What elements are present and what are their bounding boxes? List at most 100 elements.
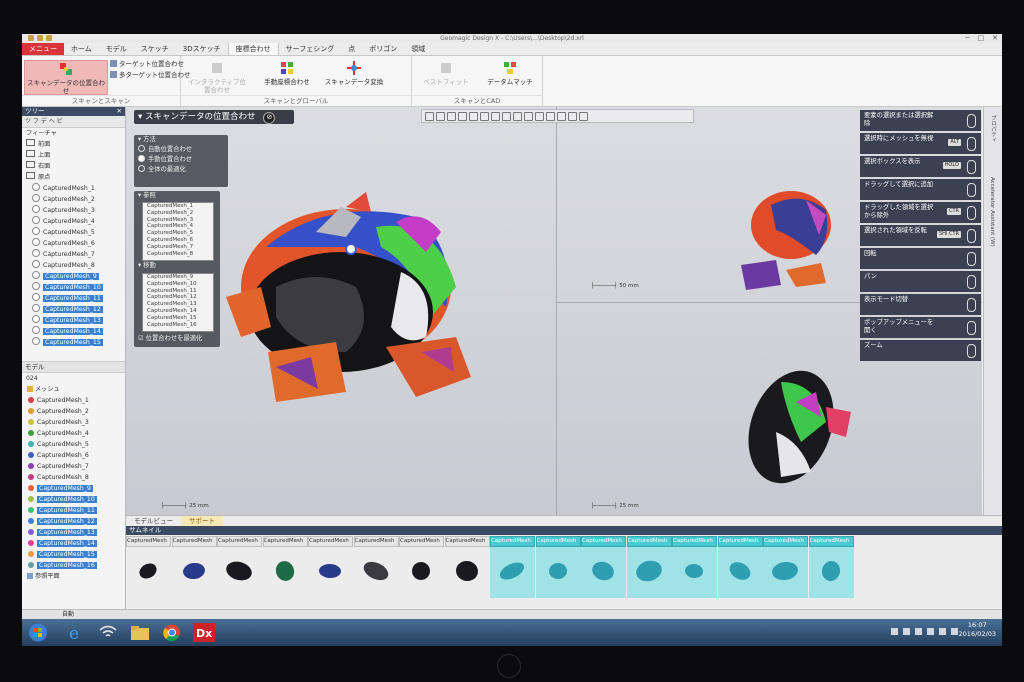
dialog-mesh-item[interactable]: CapturedMesh_15 — [143, 315, 213, 322]
tab-support[interactable]: サポート — [181, 516, 223, 526]
optimize-checkbox[interactable]: ☑ 位置合わせを最適化 — [134, 334, 202, 344]
feature-item-mesh[interactable]: CapturedMesh_11 — [22, 293, 125, 304]
feature-item-plane[interactable]: 原点 — [22, 172, 125, 183]
folder-icon[interactable] — [128, 622, 152, 643]
model-file[interactable]: 024 — [22, 373, 125, 384]
mesh-list-item[interactable]: CapturedMesh_14 — [22, 538, 125, 549]
model-header[interactable]: モデル — [22, 361, 125, 373]
volume-icon[interactable] — [951, 628, 958, 635]
mesh-group[interactable]: メッシュ — [22, 384, 125, 395]
feature-item-mesh[interactable]: CapturedMesh_2 — [22, 194, 125, 205]
tab-region[interactable]: 領域 — [404, 43, 432, 55]
feature-item-mesh[interactable]: CapturedMesh_15 — [22, 337, 125, 348]
dialog-mesh-item[interactable]: CapturedMesh_8 — [143, 251, 213, 258]
grid-icon[interactable] — [579, 111, 588, 121]
point-icon[interactable] — [524, 111, 533, 121]
mesh-list-item[interactable]: CapturedMesh_13 — [22, 527, 125, 538]
feature-item-mesh[interactable]: CapturedMesh_3 — [22, 205, 125, 216]
mesh-list-item[interactable]: CapturedMesh_15 — [22, 549, 125, 560]
scan-align-button[interactable]: スキャンデータの位置合わせ — [24, 60, 108, 95]
tab-3d-sketch[interactable]: 3Dスケッチ — [176, 43, 228, 55]
feature-item-mesh[interactable]: CapturedMesh_10 — [22, 282, 125, 293]
chrome-icon[interactable] — [160, 622, 184, 643]
thumbnail-item[interactable]: CapturedMesh — [308, 536, 353, 598]
feature-item-mesh[interactable]: CapturedMesh_4 — [22, 216, 125, 227]
tab-model[interactable]: モデル — [99, 43, 134, 55]
signal-icon[interactable] — [939, 628, 946, 635]
thumbnail-item[interactable]: CapturedMesh — [444, 536, 490, 598]
dialog-mesh-item[interactable]: CapturedMesh_1 — [143, 203, 213, 210]
dialog-mesh-item[interactable]: CapturedMesh_3 — [143, 217, 213, 224]
mesh-list-item[interactable]: CapturedMesh_4 — [22, 428, 125, 439]
thumbnail-item[interactable]: CapturedMesh — [626, 536, 672, 598]
feature-item-mesh[interactable]: CapturedMesh_7 — [22, 249, 125, 260]
network-icon[interactable] — [903, 628, 910, 635]
best-fit-button[interactable]: ベストフィット — [416, 60, 476, 86]
view-icon[interactable] — [436, 111, 445, 121]
mesh-list-item[interactable]: CapturedMesh_16 — [22, 560, 125, 571]
dialog-mesh-item[interactable]: CapturedMesh_12 — [143, 294, 213, 301]
thumbnail-item[interactable]: CapturedMesh — [171, 536, 217, 598]
feature-item-mesh[interactable]: CapturedMesh_12 — [22, 304, 125, 315]
thumbnail-item[interactable]: CapturedMesh — [717, 536, 763, 598]
mesh-icon[interactable] — [513, 111, 522, 121]
feature-item-mesh[interactable]: CapturedMesh_1 — [22, 183, 125, 194]
method-manual-radio[interactable]: 手動位置合わせ — [134, 155, 228, 165]
thumbnail-item[interactable]: CapturedMesh — [353, 536, 399, 598]
mesh-list-item[interactable]: CapturedMesh_3 — [22, 417, 125, 428]
tab-sketch[interactable]: スケッチ — [134, 43, 176, 55]
multi-target-align-button[interactable]: 多ターゲット位置合わせ — [110, 71, 191, 80]
interactive-align-button[interactable]: インタラクティブ位置合わせ — [187, 60, 247, 94]
clip-icon[interactable] — [535, 111, 544, 121]
feature-item-plane[interactable]: 右面 — [22, 161, 125, 172]
3d-viewport[interactable]: ▾ スキャンデータの位置合わせ ⊘ ▾ 方法 自動位置合わせ 手動位置合わせ 全体… — [126, 107, 982, 515]
tab-surfacing[interactable]: サーフェシング — [279, 43, 342, 55]
design-x-app-icon[interactable]: Dx — [192, 622, 216, 643]
lasso-icon[interactable] — [469, 111, 478, 121]
tree-toolbar[interactable]: ツ フ デ ヘ ビ — [22, 116, 125, 128]
mesh-list-item[interactable]: CapturedMesh_6 — [22, 450, 125, 461]
feature-item-mesh[interactable]: CapturedMesh_9 — [22, 271, 125, 282]
start-button-icon[interactable] — [26, 622, 50, 643]
camera-icon[interactable] — [568, 111, 577, 121]
mesh-list-item[interactable]: CapturedMesh_5 — [22, 439, 125, 450]
tab-model-view[interactable]: モデルビュー — [126, 516, 181, 526]
dialog-mesh-item[interactable]: CapturedMesh_4 — [143, 223, 213, 230]
feature-item-mesh[interactable]: CapturedMesh_13 — [22, 315, 125, 326]
feature-header[interactable]: フィーチャ — [22, 128, 125, 139]
thumbnail-item[interactable]: CapturedMesh — [490, 536, 535, 598]
box-icon[interactable] — [480, 111, 489, 121]
mesh-list-item[interactable]: CapturedMesh_12 — [22, 516, 125, 527]
feature-item-mesh[interactable]: CapturedMesh_8 — [22, 260, 125, 271]
dialog-mesh-item[interactable]: CapturedMesh_7 — [143, 244, 213, 251]
thumbnail-item[interactable]: CapturedMesh — [399, 536, 444, 598]
ie-icon[interactable]: e — [64, 622, 88, 643]
feature-item-plane[interactable]: 前面 — [22, 139, 125, 150]
feature-item-plane[interactable]: 上面 — [22, 150, 125, 161]
thumbnail-item[interactable]: CapturedMesh — [581, 536, 626, 598]
dialog-mesh-item[interactable]: CapturedMesh_11 — [143, 288, 213, 295]
close-icon[interactable]: ✕ — [117, 107, 122, 116]
dialog-mesh-item[interactable]: CapturedMesh_13 — [143, 301, 213, 308]
battery-icon[interactable] — [927, 628, 934, 635]
mesh-list-item[interactable]: CapturedMesh_9 — [22, 483, 125, 494]
ref-plane-group[interactable]: 参照平面 — [22, 571, 125, 582]
property-tab[interactable]: プロパティ — [989, 115, 997, 143]
cancel-icon[interactable]: ⊘ — [263, 112, 276, 124]
thumbnail-item[interactable]: CapturedMesh — [808, 536, 854, 598]
mesh-list-item[interactable]: CapturedMesh_11 — [22, 505, 125, 516]
scan-transform-button[interactable]: スキャンデータ変換 — [319, 60, 389, 86]
target-align-button[interactable]: ターゲット位置合わせ — [110, 60, 184, 69]
mesh-list-item[interactable]: CapturedMesh_8 — [22, 472, 125, 483]
feature-item-mesh[interactable]: CapturedMesh_6 — [22, 238, 125, 249]
tab-point[interactable]: 点 — [341, 43, 362, 55]
dialog-mesh-item[interactable]: CapturedMesh_14 — [143, 308, 213, 315]
tab-alignment[interactable]: 座標合わせ — [227, 43, 279, 55]
feature-item-mesh[interactable]: CapturedMesh_5 — [22, 227, 125, 238]
datum-match-button[interactable]: データムマッチ — [482, 60, 538, 86]
mesh-list-item[interactable]: CapturedMesh_2 — [22, 406, 125, 417]
paint-icon[interactable] — [491, 111, 500, 121]
clock[interactable]: 16:07 2016/02/03 — [959, 621, 996, 639]
dialog-mesh-item[interactable]: CapturedMesh_5 — [143, 230, 213, 237]
render-icon[interactable] — [447, 111, 456, 121]
